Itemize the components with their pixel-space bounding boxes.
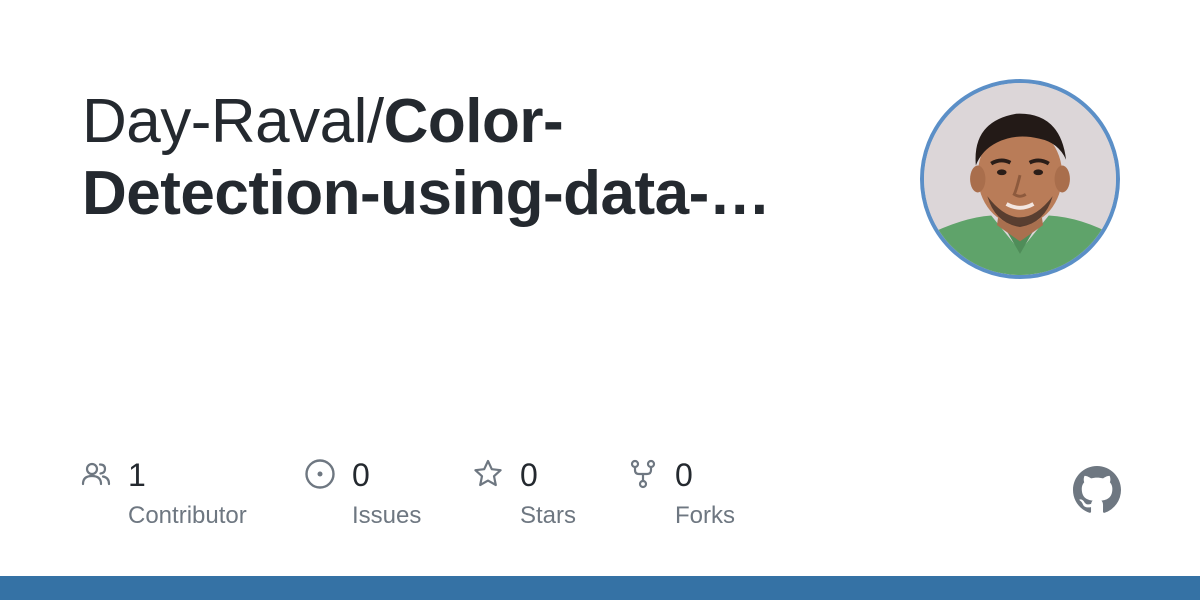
issue-opened-icon <box>304 458 336 490</box>
repo-name-part-1: Color- <box>383 87 564 156</box>
owner-avatar <box>920 79 1120 279</box>
stars-count: 0 <box>520 457 538 493</box>
issues-count: 0 <box>352 457 370 493</box>
star-icon <box>472 458 504 490</box>
contributors-count: 1 <box>128 457 146 493</box>
language-color-bar <box>0 576 1200 600</box>
forks-label: Forks <box>675 502 735 529</box>
repo-forked-icon <box>627 458 659 490</box>
contributors-label: Contributor <box>128 502 247 529</box>
github-mark-icon <box>1073 466 1121 514</box>
stars-label: Stars <box>520 502 577 529</box>
repo-owner: Day-Raval/ <box>82 87 384 156</box>
issues-label: Issues <box>352 502 422 529</box>
repo-title: Day-Raval/Color- Detection-using-data-… <box>82 86 842 230</box>
user-avatar-photo-icon <box>924 83 1116 275</box>
forks-count: 0 <box>675 457 693 493</box>
people-icon <box>80 458 112 490</box>
repo-title-line-1: Day-Raval/Color- <box>82 86 842 158</box>
repo-name-part-2: Detection-using-data-… <box>82 159 771 228</box>
social-preview-card: Day-Raval/Color- Detection-using-data-… <box>0 0 1200 600</box>
